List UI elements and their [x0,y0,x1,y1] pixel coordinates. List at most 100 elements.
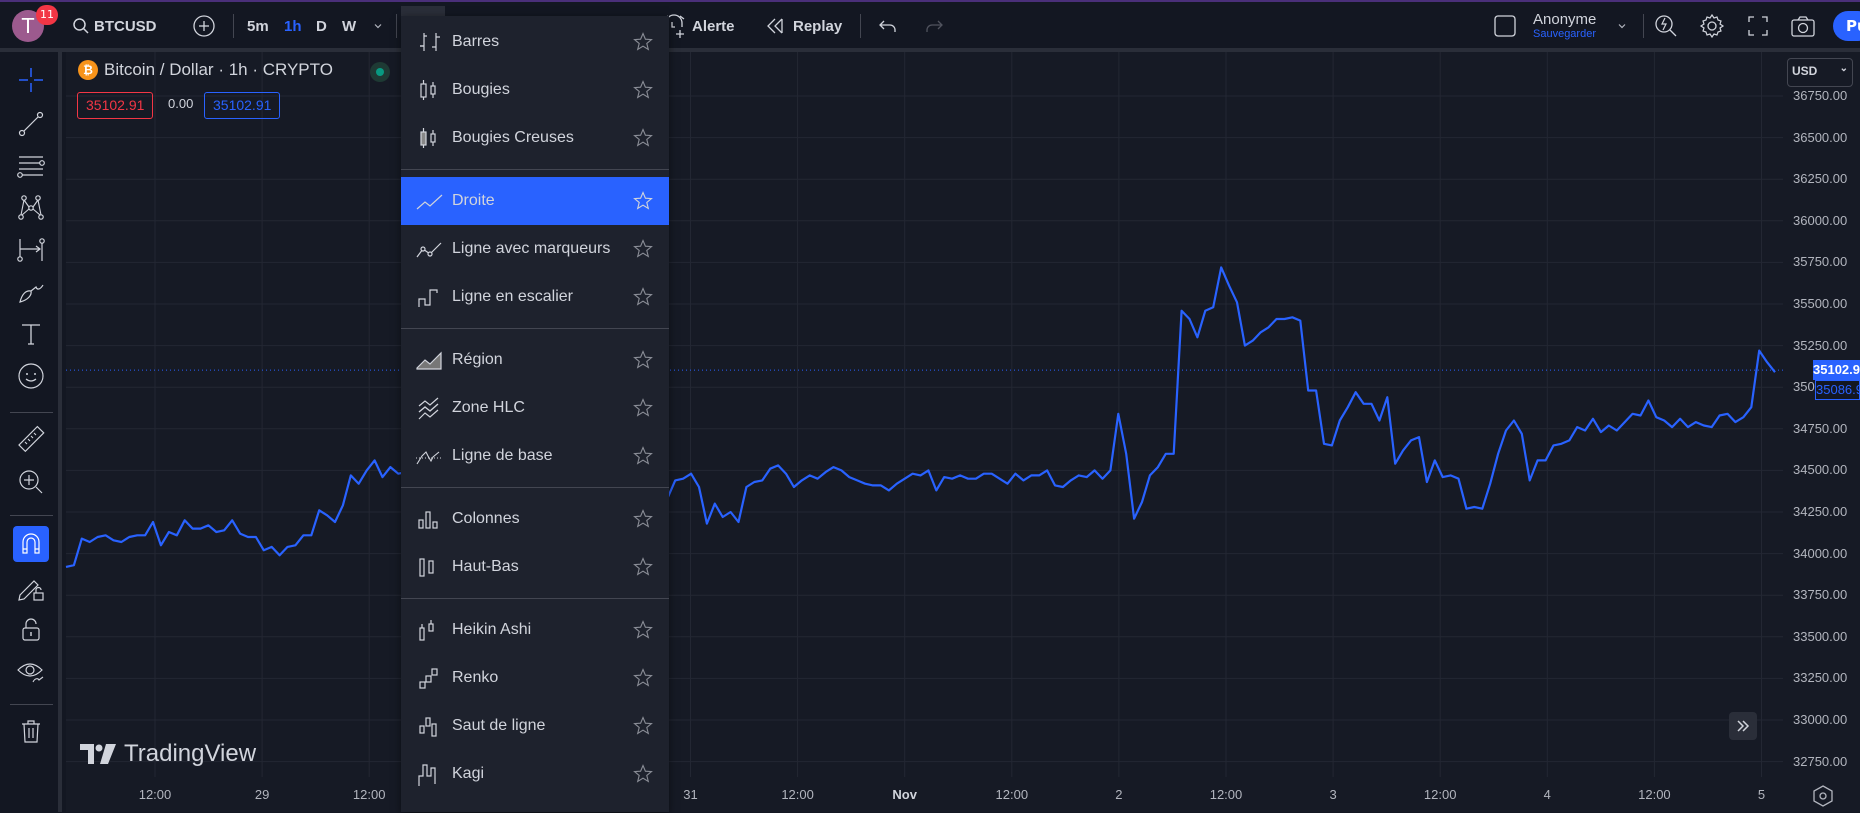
candles-icon [420,80,436,100]
star-favorite-icon[interactable] [633,557,653,577]
price-tick-label: 34250.00 [1793,504,1848,519]
star-favorite-icon[interactable] [633,128,653,148]
double-chevron-right-icon [1737,720,1750,732]
star-favorite-icon[interactable] [633,668,653,688]
menu-item-label: Zone HLC [452,399,525,416]
menu-item-label: Bougies [452,81,510,98]
menu-item-hollow-candles[interactable]: Bougies Creuses [401,114,669,162]
baseline-icon [416,451,442,465]
time-tick-label: 29 [254,787,270,802]
time-tick-label: 2 [1115,787,1123,802]
menu-divider [401,598,669,599]
last-price-label: 35102.91 [1813,360,1860,381]
menu-item-label: Ligne de base [452,447,553,464]
menu-item-step-line[interactable]: Ligne en escalier [401,273,669,321]
bitcoin-icon: ₿ [78,60,98,80]
price-tick-label: 35250.00 [1793,337,1848,353]
price-tick-label: 35750.00 [1793,254,1848,270]
menu-item-line-markers[interactable]: Ligne avec marqueurs [401,225,669,273]
menu-item-line[interactable]: Droite [401,177,669,225]
menu-item-line-break[interactable]: Saut de ligne [401,702,669,750]
time-tick-label: 3 [1329,787,1337,802]
time-tick-label: 12:00 [781,787,814,802]
legend-title: Bitcoin / Dollar · 1h · CRYPTO [104,60,333,79]
time-tick-label: 12:00 [352,787,386,802]
market-status-indicator[interactable] [370,62,390,82]
menu-item-label: Barres [452,33,500,50]
price-tick-label: 36250.00 [1793,171,1848,187]
star-favorite-icon[interactable] [633,287,653,307]
menu-divider [401,487,669,488]
price-line-series [65,266,1776,568]
price-tick-label: 33250.00 [1793,670,1848,686]
time-tick-label: 5 [1757,787,1766,802]
star-favorite-icon[interactable] [633,32,653,52]
heikin-ashi-icon [419,620,434,641]
line-icon [416,194,443,210]
star-favorite-icon[interactable] [633,509,653,529]
time-tick-label: 12:00 [1209,787,1243,802]
tradingview-watermark[interactable]: TradingView [80,740,256,768]
buy-price-box[interactable]: 35102.91 [204,92,281,119]
symbol-legend[interactable]: ₿ Bitcoin / Dollar · 1h · CRYPTO [78,60,333,80]
menu-divider [401,328,669,329]
menu-item-baseline[interactable]: Ligne de base [401,432,669,480]
price-tick-label: 33000.00 [1793,712,1848,727]
menu-item-hlc-area[interactable]: Zone HLC [401,384,669,432]
kagi-icon [418,764,436,786]
star-favorite-icon[interactable] [633,398,653,418]
sell-price-box[interactable]: 35102.91 [77,92,154,119]
step-line-icon [418,289,438,307]
area-icon [416,351,442,370]
star-favorite-icon[interactable] [633,350,653,370]
menu-item-label: Droite [452,192,495,209]
star-favorite-icon[interactable] [633,716,653,736]
line-break-icon [419,717,437,737]
hlc-area-icon [418,397,439,420]
menu-item-label: Renko [452,669,499,686]
menu-item-area[interactable]: Région [401,336,669,384]
menu-item-high-low[interactable]: Haut-Bas [401,543,669,591]
price-tick-label: 33750.00 [1793,587,1848,603]
menu-item-label: Haut-Bas [452,558,519,575]
star-favorite-icon[interactable] [633,80,653,100]
menu-item-renko[interactable]: Renko [401,654,669,702]
price-tick-label: 36750.00 [1793,88,1848,103]
menu-item-bars[interactable]: Barres [401,18,669,66]
star-favorite-icon[interactable] [633,239,653,259]
time-tick-label: 4 [1543,787,1551,802]
hexagon-settings-icon [1813,785,1833,807]
star-favorite-icon[interactable] [633,446,653,466]
price-axis[interactable] [1783,52,1860,777]
menu-item-candles[interactable]: Bougies [401,66,669,114]
price-tick-label: 34000.00 [1793,545,1848,561]
menu-item-label: Saut de ligne [452,717,546,734]
price-tick-label: 34750.00 [1793,420,1848,436]
menu-item-columns[interactable]: Colonnes [401,495,669,543]
time-tick-label: 31 [683,787,698,802]
menu-item-label: Kagi [452,765,485,782]
prev-close-label: 35086.99 [1815,380,1860,401]
star-favorite-icon[interactable] [633,191,653,211]
watermark-text: TradingView [124,740,257,767]
menu-item-label: Région [452,351,503,368]
time-tick-label: 12:00 [1638,787,1671,802]
hollow-candles-icon [420,128,436,148]
menu-divider [401,169,669,170]
star-favorite-icon[interactable] [633,764,653,784]
menu-item-kagi[interactable]: Kagi [401,750,669,798]
menu-item-label: Ligne avec marqueurs [452,240,611,257]
price-tick-label: 35500.00 [1793,296,1848,311]
time-tick-label: 12:00 [1423,787,1457,802]
menu-item-label: Bougies Creuses [452,129,574,146]
spread-value: 0.00 [168,96,194,111]
menu-item-label: Ligne en escalier [452,288,573,305]
chart-type-menu: Barres Bougies Bougies Creuses Droite Ligne … [401,16,669,812]
renko-icon [419,668,438,689]
menu-item-heikin-ashi[interactable]: Heikin Ashi [401,606,669,654]
price-chart [65,52,1783,777]
chart-settings-button[interactable] [1810,783,1836,809]
star-favorite-icon[interactable] [633,620,653,640]
price-tick-label: 33500.00 [1793,628,1848,644]
scroll-to-realtime-button[interactable] [1729,712,1757,740]
